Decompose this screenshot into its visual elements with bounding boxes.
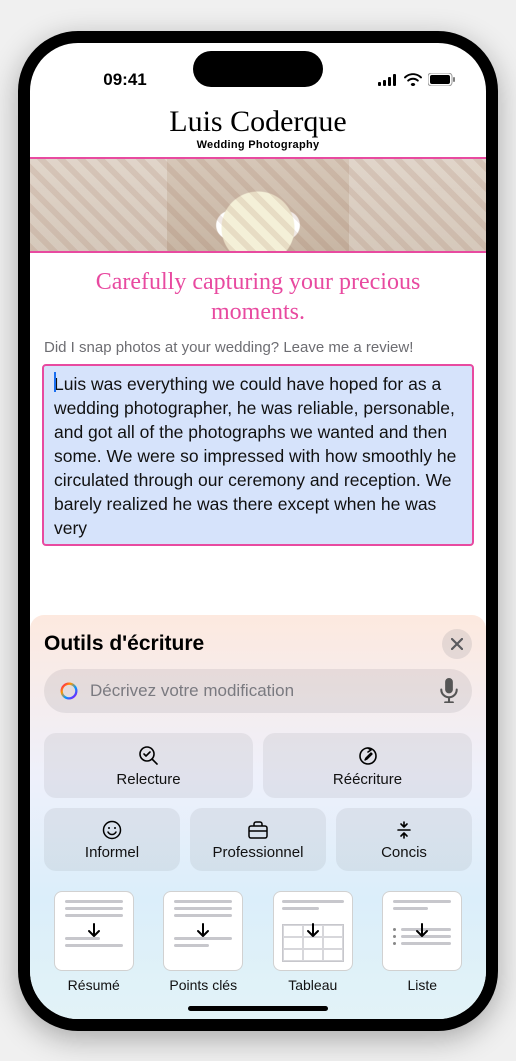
rewrite-icon bbox=[357, 745, 379, 767]
page-subtitle: Wedding Photography bbox=[30, 139, 486, 151]
keypoints-label: Points clés bbox=[169, 977, 237, 993]
page-title: Luis Coderque bbox=[30, 105, 486, 139]
proofread-label: Relecture bbox=[116, 771, 180, 788]
rewrite-label: Réécriture bbox=[333, 771, 402, 788]
table-thumb bbox=[273, 891, 353, 971]
text-cursor bbox=[54, 372, 56, 392]
magnifier-check-icon bbox=[138, 745, 160, 767]
dynamic-island bbox=[193, 51, 323, 87]
keypoints-thumb bbox=[163, 891, 243, 971]
proofread-button[interactable]: Relecture bbox=[44, 733, 253, 798]
briefcase-icon bbox=[247, 820, 269, 840]
home-indicator[interactable] bbox=[188, 1006, 328, 1011]
concise-label: Concis bbox=[381, 844, 427, 861]
apple-intelligence-icon bbox=[58, 680, 80, 702]
status-time: 09:41 bbox=[60, 70, 190, 90]
writing-tools-panel: Outils d'écriture Décrivez votre modific… bbox=[30, 615, 486, 1019]
professional-button[interactable]: Professionnel bbox=[190, 808, 326, 871]
close-button[interactable] bbox=[442, 629, 472, 659]
arrow-down-icon bbox=[412, 921, 432, 941]
list-thumb bbox=[382, 891, 462, 971]
input-placeholder: Décrivez votre modification bbox=[90, 681, 430, 701]
wifi-icon bbox=[404, 73, 422, 86]
professional-label: Professionnel bbox=[213, 844, 304, 861]
concise-button[interactable]: Concis bbox=[336, 808, 472, 871]
close-icon bbox=[451, 638, 463, 650]
friendly-label: Informel bbox=[85, 844, 139, 861]
cellular-icon bbox=[378, 74, 398, 86]
screen: 09:41 Luis Coderque Wedding Photography … bbox=[30, 43, 486, 1019]
table-label: Tableau bbox=[288, 977, 337, 993]
tagline: Carefully capturing your precious moment… bbox=[30, 253, 486, 335]
table-button[interactable]: Tableau bbox=[263, 891, 363, 993]
rewrite-button[interactable]: Réécriture bbox=[263, 733, 472, 798]
arrow-down-icon bbox=[84, 921, 104, 941]
friendly-button[interactable]: Informel bbox=[44, 808, 180, 871]
content: Luis Coderque Wedding Photography Carefu… bbox=[30, 99, 486, 1019]
hero-image bbox=[30, 157, 486, 253]
summary-label: Résumé bbox=[68, 977, 120, 993]
review-prompt: Did I snap photos at your wedding? Leave… bbox=[30, 335, 486, 364]
smile-icon bbox=[102, 820, 122, 840]
describe-change-input[interactable]: Décrivez votre modification bbox=[44, 669, 472, 713]
arrow-down-icon bbox=[193, 921, 213, 941]
review-textarea[interactable]: Luis was everything we could have hoped … bbox=[42, 364, 474, 547]
review-text: Luis was everything we could have hoped … bbox=[54, 372, 462, 541]
microphone-icon[interactable] bbox=[440, 678, 458, 704]
status-indicators bbox=[326, 73, 456, 86]
panel-title: Outils d'écriture bbox=[44, 632, 204, 656]
list-button[interactable]: Liste bbox=[373, 891, 473, 993]
battery-icon bbox=[428, 73, 456, 86]
summary-thumb bbox=[54, 891, 134, 971]
keypoints-button[interactable]: Points clés bbox=[154, 891, 254, 993]
list-label: Liste bbox=[407, 977, 437, 993]
concise-icon bbox=[394, 820, 414, 840]
arrow-down-icon bbox=[303, 921, 323, 941]
summary-button[interactable]: Résumé bbox=[44, 891, 144, 993]
iphone-frame: 09:41 Luis Coderque Wedding Photography … bbox=[18, 31, 498, 1031]
page-header: Luis Coderque Wedding Photography bbox=[30, 99, 486, 153]
